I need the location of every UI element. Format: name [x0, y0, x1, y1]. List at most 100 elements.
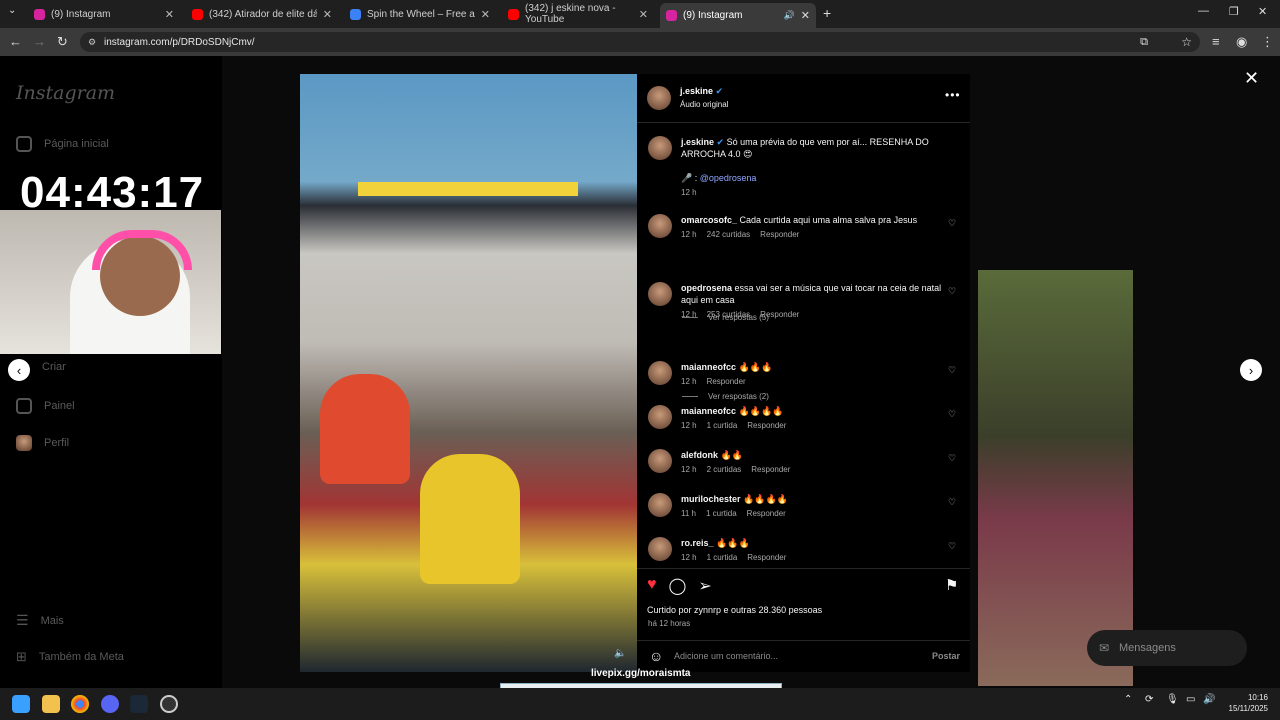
- sidebar-item-profile[interactable]: Perfil: [16, 435, 69, 451]
- reply-button[interactable]: Responder: [707, 377, 746, 386]
- tab-instagram-1[interactable]: (9) Instagram ✕: [28, 4, 180, 24]
- like-comment-icon[interactable]: ♡: [948, 218, 956, 229]
- save-bookmark-icon[interactable]: ⚑: [945, 576, 958, 594]
- liked-by-text[interactable]: Curtido por zynnrp e outras 28.360 pesso…: [647, 605, 822, 615]
- more-options-icon[interactable]: •••: [945, 88, 961, 102]
- comment-username[interactable]: opedrosena: [681, 283, 732, 293]
- reply-button[interactable]: Responder: [751, 465, 790, 474]
- discord-icon[interactable]: [101, 695, 119, 713]
- new-tab-icon[interactable]: +: [823, 5, 831, 21]
- tab-instagram-active[interactable]: (9) Instagram 🔊 ✕: [660, 3, 816, 28]
- comment-username[interactable]: alefdonk: [681, 450, 718, 460]
- comment-likes[interactable]: 242 curtidas: [707, 230, 751, 239]
- reply-button[interactable]: Responder: [760, 310, 799, 319]
- speaker-icon[interactable]: 🔊: [784, 10, 795, 21]
- like-comment-icon[interactable]: ♡: [948, 365, 956, 376]
- like-comment-icon[interactable]: ♡: [948, 497, 956, 508]
- comment-username[interactable]: maianneofcc: [681, 406, 736, 416]
- clock-area[interactable]: 10:16 15/11/2025: [1226, 692, 1268, 714]
- tab-youtube-2[interactable]: (342) j eskine nova - YouTube ✕: [502, 3, 654, 25]
- tab-youtube-1[interactable]: (342) Atirador de elite dá cobert ✕: [186, 4, 338, 24]
- post-comment-button[interactable]: Postar: [932, 651, 960, 661]
- install-app-icon[interactable]: ⧉: [1140, 36, 1148, 49]
- comment-username[interactable]: maianneofcc: [681, 362, 736, 372]
- comment-likes[interactable]: 1 curtida: [707, 421, 738, 430]
- commenter-avatar[interactable]: [648, 449, 672, 473]
- reply-button[interactable]: Responder: [747, 509, 786, 518]
- reply-button[interactable]: Responder: [747, 421, 786, 430]
- close-tab-icon[interactable]: ✕: [801, 9, 810, 22]
- comment-icon[interactable]: ◯: [669, 576, 687, 596]
- tray-overflow-icon[interactable]: ⌃: [1124, 694, 1132, 705]
- site-info-icon[interactable]: ⚙: [88, 37, 96, 48]
- reply-button[interactable]: Responder: [747, 553, 786, 562]
- sidebar-item-home[interactable]: Página inicial: [16, 136, 109, 152]
- media-control-icon[interactable]: ≡: [1212, 34, 1220, 49]
- commenter-avatar[interactable]: [648, 282, 672, 306]
- network-icon[interactable]: ▭: [1186, 694, 1195, 705]
- author-username[interactable]: j.eskine ✔: [680, 86, 723, 97]
- close-tab-icon[interactable]: ✕: [165, 8, 174, 21]
- menu-icon[interactable]: ⋮: [1261, 34, 1274, 50]
- comment-username[interactable]: omarcosofc_: [681, 215, 737, 225]
- microphone-icon[interactable]: 🎙: [1166, 694, 1179, 705]
- comment-username[interactable]: ro.reis_: [681, 538, 714, 548]
- url-field[interactable]: ⚙ instagram.com/p/DRDoSDNjCmv/ ⧉ ☆: [80, 32, 1200, 52]
- minimize-icon[interactable]: —: [1198, 5, 1209, 17]
- share-icon[interactable]: ➢: [698, 576, 711, 596]
- close-tab-icon[interactable]: ✕: [481, 8, 490, 21]
- tab-spin-wheel[interactable]: Spin the Wheel – Free and easy ✕: [344, 4, 496, 24]
- reply-button[interactable]: Responder: [760, 230, 799, 239]
- like-comment-icon[interactable]: ♡: [948, 286, 956, 297]
- sidebar-item-create[interactable]: Criar: [42, 361, 66, 373]
- chrome-icon[interactable]: [71, 695, 89, 713]
- steam-icon[interactable]: [130, 695, 148, 713]
- close-tab-icon[interactable]: ✕: [639, 8, 648, 21]
- comment-likes[interactable]: 253 curtidas: [707, 310, 751, 319]
- messages-button[interactable]: ✉ Mensagens: [1087, 630, 1247, 666]
- sidebar-item-more[interactable]: ☰ Mais: [16, 612, 64, 629]
- start-icon[interactable]: [12, 695, 30, 713]
- sidebar-item-panel[interactable]: Painel: [16, 398, 75, 414]
- bookmark-star-icon[interactable]: ☆: [1181, 35, 1192, 49]
- sidebar-item-meta[interactable]: ⊞ Também da Meta: [16, 649, 124, 665]
- tab-search-icon[interactable]: ⌄: [8, 5, 16, 16]
- mute-icon[interactable]: 🔈: [614, 648, 626, 659]
- commenter-avatar[interactable]: [648, 405, 672, 429]
- commenter-avatar[interactable]: [648, 537, 672, 561]
- file-explorer-icon[interactable]: [42, 695, 60, 713]
- author-avatar[interactable]: [648, 136, 672, 160]
- obs-icon[interactable]: [160, 695, 178, 713]
- commenter-avatar[interactable]: [648, 214, 672, 238]
- previous-post-button[interactable]: ‹: [8, 359, 30, 381]
- comment-likes[interactable]: 1 curtida: [707, 553, 738, 562]
- sync-icon[interactable]: ⟳: [1145, 694, 1153, 705]
- post-video[interactable]: 🔈: [300, 74, 637, 672]
- volume-icon[interactable]: 🔊: [1203, 694, 1215, 705]
- comment-likes[interactable]: 2 curtidas: [707, 465, 742, 474]
- maximize-icon[interactable]: ❐: [1229, 5, 1239, 18]
- like-heart-icon[interactable]: ♥: [647, 576, 657, 596]
- next-post-button[interactable]: ›: [1240, 359, 1262, 381]
- audio-label[interactable]: Áudio original: [680, 100, 728, 109]
- emoji-icon[interactable]: ☺: [649, 648, 663, 664]
- back-icon[interactable]: ←: [9, 34, 22, 49]
- like-comment-icon[interactable]: ♡: [948, 453, 956, 464]
- like-comment-icon[interactable]: ♡: [948, 409, 956, 420]
- mention-link[interactable]: @opedrosena: [700, 173, 757, 183]
- commenter-avatar[interactable]: [648, 493, 672, 517]
- close-tab-icon[interactable]: ✕: [323, 8, 332, 21]
- instagram-logo[interactable]: Instagram: [16, 82, 115, 104]
- view-replies-button[interactable]: Ver respostas (2): [682, 392, 769, 401]
- comment-input[interactable]: Adicione um comentário...: [674, 651, 778, 661]
- profile-icon[interactable]: ◉: [1236, 34, 1247, 50]
- caption-username[interactable]: j.eskine: [681, 137, 714, 147]
- reload-icon[interactable]: ↻: [57, 34, 68, 50]
- comment-likes[interactable]: 1 curtida: [706, 509, 737, 518]
- commenter-avatar[interactable]: [648, 361, 672, 385]
- close-icon[interactable]: ✕: [1244, 68, 1259, 89]
- forward-icon[interactable]: →: [33, 34, 46, 49]
- like-comment-icon[interactable]: ♡: [948, 541, 956, 552]
- comment-username[interactable]: murilochester: [681, 494, 741, 504]
- author-avatar[interactable]: [647, 86, 671, 110]
